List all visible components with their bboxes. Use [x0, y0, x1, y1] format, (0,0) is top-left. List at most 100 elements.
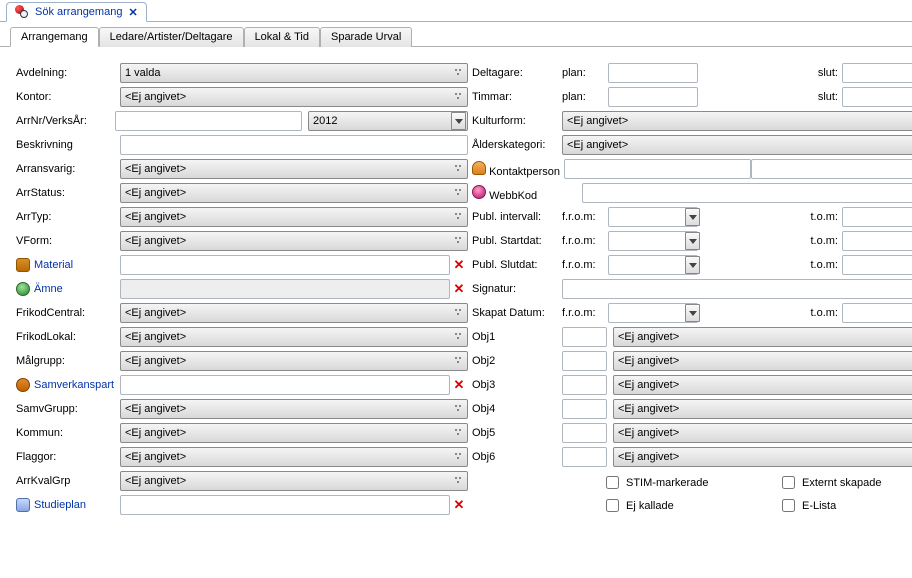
tab-lokal-tid[interactable]: Lokal & Tid [244, 27, 320, 47]
chevron-down-icon [685, 304, 700, 322]
timmar-slut-label: slut: [796, 91, 842, 103]
publ-startdat-to-label: t.o.m: [796, 235, 842, 247]
amne-clear-button[interactable]: ✕ [450, 281, 468, 297]
deltagare-slut-label: slut: [796, 67, 842, 79]
samverkanspart-clear-button[interactable]: ✕ [450, 377, 468, 393]
material-link[interactable]: Material [16, 258, 120, 272]
webbkod-input[interactable] [582, 183, 912, 203]
studieplan-link[interactable]: Studieplan [16, 498, 120, 512]
chevron-multi-icon [453, 331, 463, 344]
arrnr-label: ArrNr/VerksÅr: [16, 115, 115, 127]
chevron-multi-icon [453, 235, 463, 248]
deltagare-slut-input[interactable] [842, 63, 912, 83]
samvgrupp-label: SamvGrupp: [16, 403, 120, 415]
document-tab-sok-arrangemang[interactable]: Sök arrangemang ✕ [6, 2, 147, 22]
publ-slutdat-from-combo[interactable] [608, 255, 698, 275]
avdelning-combo[interactable]: 1 valda [120, 63, 468, 83]
samverkanspart-link[interactable]: Samverkanspart [16, 378, 120, 392]
tab-ledare[interactable]: Ledare/Artister/Deltagare [99, 27, 244, 47]
malgrupp-combo[interactable]: <Ej angivet> [120, 351, 468, 371]
skapat-to-combo[interactable] [842, 303, 912, 323]
tab-sparade-urval[interactable]: Sparade Urval [320, 27, 412, 47]
arrkvalgrp-combo[interactable]: <Ej angivet> [120, 471, 468, 491]
vform-combo[interactable]: <Ej angivet> [120, 231, 468, 251]
publ-intervall-from-combo[interactable] [608, 207, 698, 227]
amne-link[interactable]: Ämne [16, 282, 120, 296]
externt-skapade-checkbox[interactable]: Externt skapade [778, 473, 912, 492]
obj1-combo[interactable]: <Ej angivet> [613, 327, 912, 347]
search-icon [15, 5, 29, 19]
publ-startdat-from-label: f.r.o.m: [562, 235, 608, 247]
tab-arrangemang[interactable]: Arrangemang [10, 27, 99, 47]
avdelning-label: Avdelning: [16, 67, 120, 79]
kontaktperson-link[interactable]: Kontaktperson [472, 161, 564, 178]
kontor-combo[interactable]: <Ej angivet> [120, 87, 468, 107]
deltagare-plan-input[interactable] [608, 63, 698, 83]
publ-slutdat-to-combo[interactable] [842, 255, 912, 275]
web-icon [472, 185, 486, 199]
beskrivning-input[interactable] [120, 135, 468, 155]
flaggor-combo[interactable]: <Ej angivet> [120, 447, 468, 467]
frikodlokal-combo[interactable]: <Ej angivet> [120, 327, 468, 347]
obj4-combo[interactable]: <Ej angivet> [613, 399, 912, 419]
kontaktperson-input-1[interactable] [564, 159, 751, 179]
form-tab-strip: Arrangemang Ledare/Artister/Deltagare Lo… [0, 22, 912, 47]
obj3-label: Obj3 [472, 379, 562, 391]
material-input[interactable] [120, 255, 450, 275]
right-column: Deltagare: plan: slut: Timmar: plan: slu… [472, 61, 912, 517]
arrkvalgrp-label: ArrKvalGrp [16, 475, 120, 487]
kontaktperson-input-2[interactable] [751, 159, 912, 179]
ej-kallade-checkbox[interactable]: Ej kallade [602, 496, 742, 515]
timmar-slut-input[interactable] [842, 87, 912, 107]
stim-markerade-checkbox[interactable]: STIM-markerade [602, 473, 742, 492]
verksar-combo[interactable]: 2012 [308, 111, 468, 131]
material-clear-button[interactable]: ✕ [450, 257, 468, 273]
publ-startdat-to-combo[interactable] [842, 231, 912, 251]
chevron-down-icon [451, 112, 466, 130]
kulturform-combo[interactable]: <Ej angivet> [562, 111, 912, 131]
obj3-input[interactable] [562, 375, 607, 395]
globe-icon [16, 282, 30, 296]
timmar-plan-input[interactable] [608, 87, 698, 107]
studieplan-input[interactable] [120, 495, 450, 515]
chevron-down-icon [685, 208, 700, 226]
amne-input[interactable] [120, 279, 450, 299]
arrnr-input[interactable] [115, 111, 302, 131]
obj4-input[interactable] [562, 399, 607, 419]
obj2-combo[interactable]: <Ej angivet> [613, 351, 912, 371]
kommun-combo[interactable]: <Ej angivet> [120, 423, 468, 443]
timmar-plan-label: plan: [562, 91, 608, 103]
arrstatus-combo[interactable]: <Ej angivet> [120, 183, 468, 203]
kontor-label: Kontor: [16, 91, 120, 103]
alderskategori-combo[interactable]: <Ej angivet> [562, 135, 912, 155]
kulturform-label: Kulturform: [472, 115, 562, 127]
publ-intervall-to-label: t.o.m: [796, 211, 842, 223]
skapat-from-combo[interactable] [608, 303, 698, 323]
arrtyp-combo[interactable]: <Ej angivet> [120, 207, 468, 227]
studieplan-clear-button[interactable]: ✕ [450, 497, 468, 513]
malgrupp-label: Målgrupp: [16, 355, 120, 367]
flaggor-label: Flaggor: [16, 451, 120, 463]
obj5-combo[interactable]: <Ej angivet> [613, 423, 912, 443]
close-icon[interactable]: ✕ [128, 6, 137, 19]
chevron-multi-icon [453, 475, 463, 488]
webbkod-link[interactable]: WebbKod [472, 185, 582, 202]
obj2-input[interactable] [562, 351, 607, 371]
publ-intervall-to-combo[interactable] [842, 207, 912, 227]
beskrivning-label: Beskrivning [16, 139, 120, 151]
skapat-to-label: t.o.m: [796, 307, 842, 319]
obj6-input[interactable] [562, 447, 607, 467]
publ-startdat-from-combo[interactable] [608, 231, 698, 251]
obj1-input[interactable] [562, 327, 607, 347]
arransvarig-combo[interactable]: <Ej angivet> [120, 159, 468, 179]
obj6-combo[interactable]: <Ej angivet> [613, 447, 912, 467]
e-lista-checkbox[interactable]: E-Lista [778, 496, 912, 515]
samverkanspart-input[interactable] [120, 375, 450, 395]
obj5-input[interactable] [562, 423, 607, 443]
signatur-input[interactable] [562, 279, 912, 299]
chevron-multi-icon [453, 187, 463, 200]
samvgrupp-combo[interactable]: <Ej angivet> [120, 399, 468, 419]
obj3-combo[interactable]: <Ej angivet> [613, 375, 912, 395]
frikodcentral-combo[interactable]: <Ej angivet> [120, 303, 468, 323]
arrtyp-label: ArrTyp: [16, 211, 120, 223]
